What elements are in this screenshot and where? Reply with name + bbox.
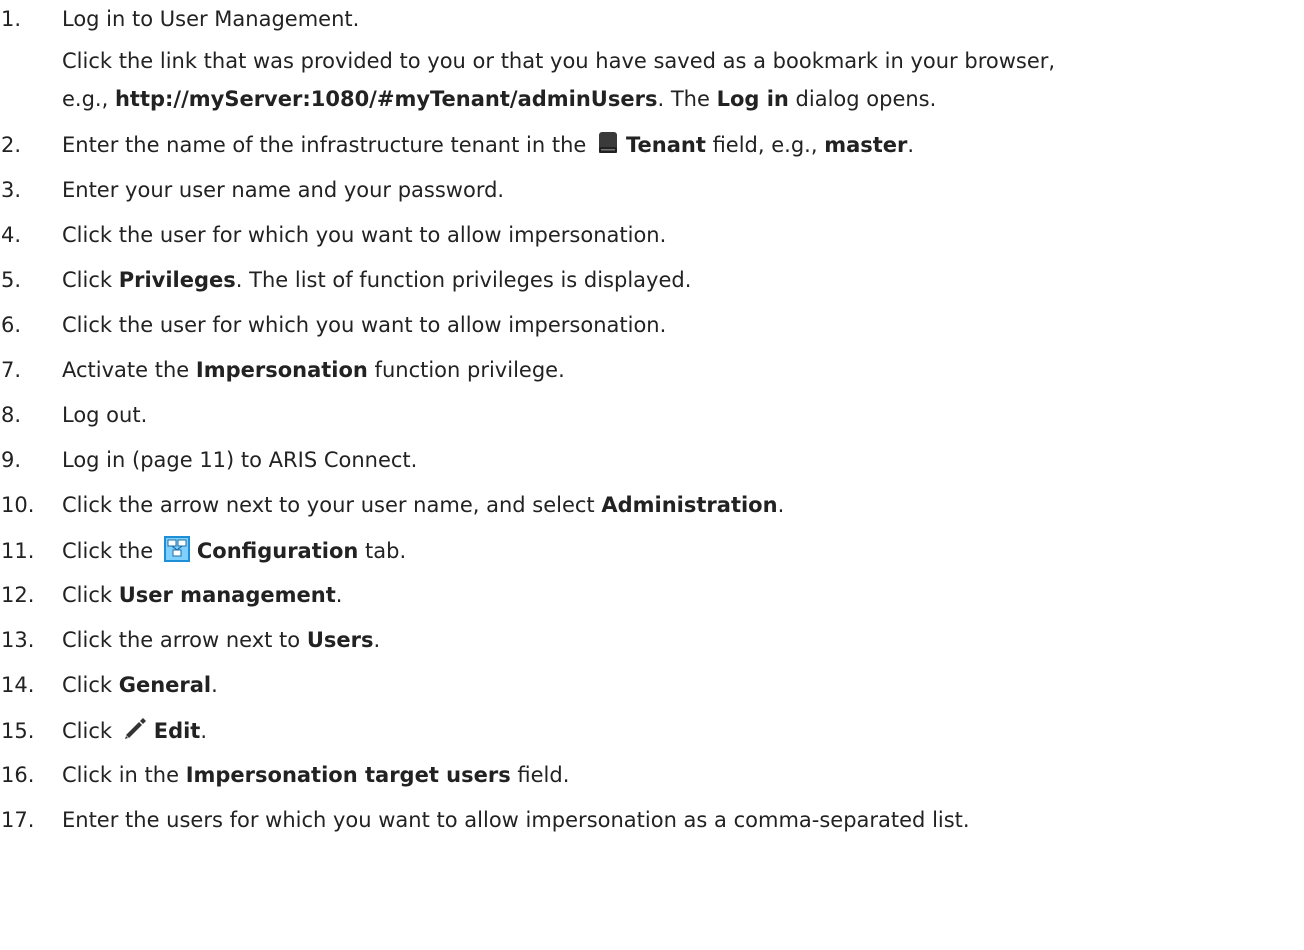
instruction-document: 1. Log in to User Management. Click the l… [0,0,1304,950]
step-5: 5. Click Privileges. The list of function… [1,268,692,292]
server-icon [596,131,620,163]
configuration-icon [163,535,191,571]
step-16: 16. Click in the Impersonation target use… [1,763,570,787]
bookmark-url[interactable]: http://myServer:1080/#myTenant/adminUser… [115,87,658,111]
user-management-label: User management [118,583,336,607]
step-12: 12. Click User management. [1,583,343,607]
tenant-example: master [824,133,908,157]
privileges-label: Privileges [118,268,236,292]
step-6: 6. Click the user for which you want to a… [1,313,667,337]
step-14: 14. Click General. [1,673,218,697]
step-1-detail-line-1: Click the link that was provided to you … [62,49,1056,73]
log-in-dialog-label: Log in [716,87,789,111]
configuration-tab-label: Configuration [196,539,359,563]
users-label: Users [306,628,374,652]
step-17: 17. Enter the users for which you want to… [1,808,970,832]
step-10: 10. Click the arrow next to your user nam… [1,493,785,517]
step-number: 1. [1,7,22,31]
step-8: 8. Log out. [1,403,148,427]
step-1: 1. Log in to User Management. [0,4,359,34]
step-1-detail-line-2: e.g., http://myServer:1080/#myTenant/adm… [62,87,937,111]
administration-label: Administration [601,493,778,517]
step-3: 3. Enter your user name and your password… [1,178,505,202]
tenant-label: Tenant [626,133,706,157]
step-text: Log in to User Management. [62,7,360,31]
general-label: General [118,673,212,697]
edit-label: Edit [153,719,201,743]
impersonation-target-users-label: Impersonation target users [185,763,511,787]
step-11: 11. Click the Configuration tab. [0,535,406,571]
pencil-icon [122,715,148,749]
step-2: 2. Enter the name of the infrastructure t… [0,130,914,163]
step-4: 4. Click the user for which you want to a… [1,223,667,247]
step-13: 13. Click the arrow next to Users. [1,628,381,652]
step-15: 15. Click Edit. [0,715,207,749]
impersonation-label: Impersonation [195,358,368,382]
step-7: 7. Activate the Impersonation function pr… [1,358,565,382]
step-9: 9. Log in (page 11) to ARIS Connect. [1,448,418,472]
